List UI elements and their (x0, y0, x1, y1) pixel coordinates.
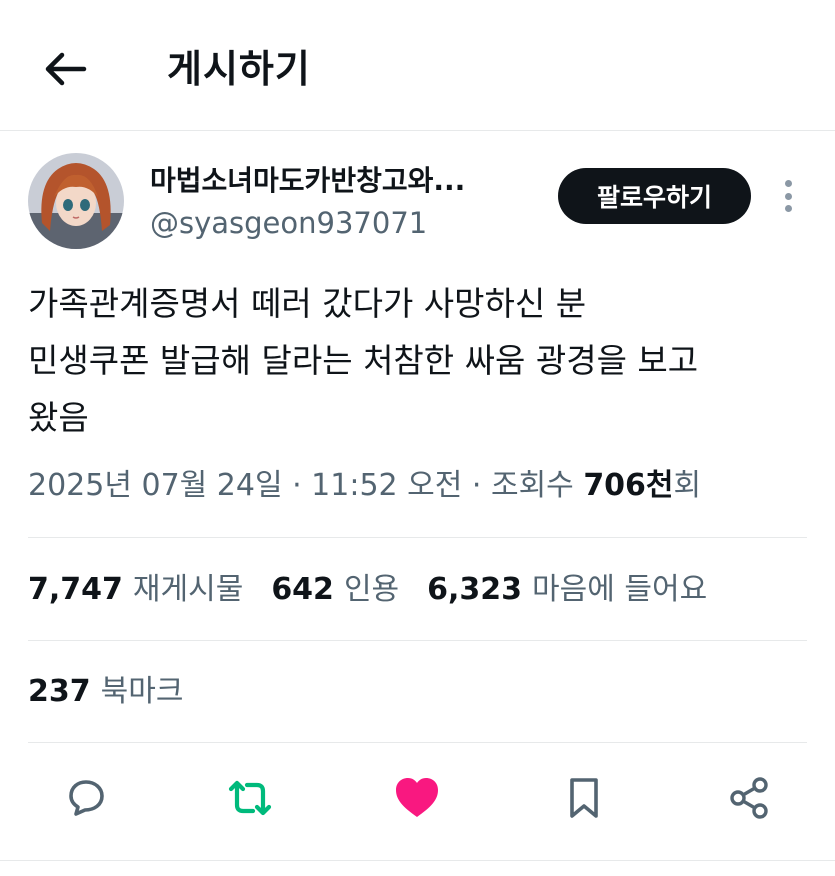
tweet-text: 가족관계증명서 떼러 갔다가 사망하신 분 민생쿠폰 발급해 달라는 처참한 싸… (28, 275, 818, 446)
repost-button[interactable] (222, 770, 278, 826)
view-count: 706천 (583, 468, 674, 503)
repost-count[interactable]: 7,747 재게시물 (28, 568, 243, 612)
quote-count-value: 642 (271, 572, 334, 607)
share-button[interactable] (722, 770, 778, 826)
tweet-line: 왔음 (28, 398, 89, 437)
bookmark-count-label: 북마크 (100, 674, 184, 709)
quote-count-label: 인용 (343, 572, 400, 607)
reply-button[interactable] (58, 770, 114, 826)
more-options-button[interactable] (772, 176, 804, 216)
more-vertical-icon-dot (784, 192, 792, 200)
top-bar: 게시하기 (0, 0, 835, 130)
repost-count-value: 7,747 (28, 572, 123, 607)
back-button[interactable] (40, 44, 90, 94)
tweet-timestamp[interactable]: 2025년 07월 24일 · 11:52 오전 · 조회수 (28, 468, 583, 503)
bookmark-count[interactable]: 237 북마크 (28, 670, 183, 714)
more-vertical-icon-dot (784, 205, 792, 212)
like-count[interactable]: 6,323 마음에 들어요 (427, 568, 707, 612)
engagement-stats: 7,747 재게시물 642 인용 6,323 마음에 들어요 (28, 568, 735, 612)
share-icon (730, 777, 768, 819)
like-button[interactable] (389, 770, 445, 826)
more-vertical-icon (784, 180, 792, 187)
page-title: 게시하기 (167, 47, 311, 91)
author-display-name[interactable]: 마법소녀마도카반창고와... (150, 163, 465, 199)
tweet-line: 민생쿠폰 발급해 달라는 처참한 싸움 광경을 보고 (28, 341, 699, 380)
stats-divider (28, 640, 807, 641)
avatar-image (28, 153, 124, 249)
reply-bubble-icon (69, 780, 104, 816)
tweet-line: 가족관계증명서 떼러 갔다가 사망하신 분 (28, 284, 587, 323)
header-divider (0, 130, 835, 131)
meta-divider (28, 537, 807, 538)
author-handle[interactable]: @syasgeon937071 (150, 205, 427, 241)
repost-icon (228, 780, 272, 816)
like-count-value: 6,323 (427, 572, 523, 607)
repost-count-label: 재게시물 (132, 572, 244, 607)
quote-count[interactable]: 642 인용 (271, 568, 399, 612)
view-count-suffix: 회 (673, 468, 702, 503)
avatar[interactable] (28, 153, 124, 249)
tweet-meta: 2025년 07월 24일 · 11:52 오전 · 조회수 706천회 (28, 464, 701, 508)
bookmark-button[interactable] (556, 770, 612, 826)
follow-button[interactable]: 팔로우하기 (558, 168, 751, 224)
actions-divider (0, 860, 835, 861)
heart-icon (396, 778, 438, 817)
like-count-label: 마음에 들어요 (532, 572, 708, 607)
arrow-left-icon (45, 52, 87, 86)
bookmark-icon (570, 778, 598, 818)
bookmarks-divider (28, 742, 807, 743)
bookmark-count-value: 237 (28, 674, 91, 709)
